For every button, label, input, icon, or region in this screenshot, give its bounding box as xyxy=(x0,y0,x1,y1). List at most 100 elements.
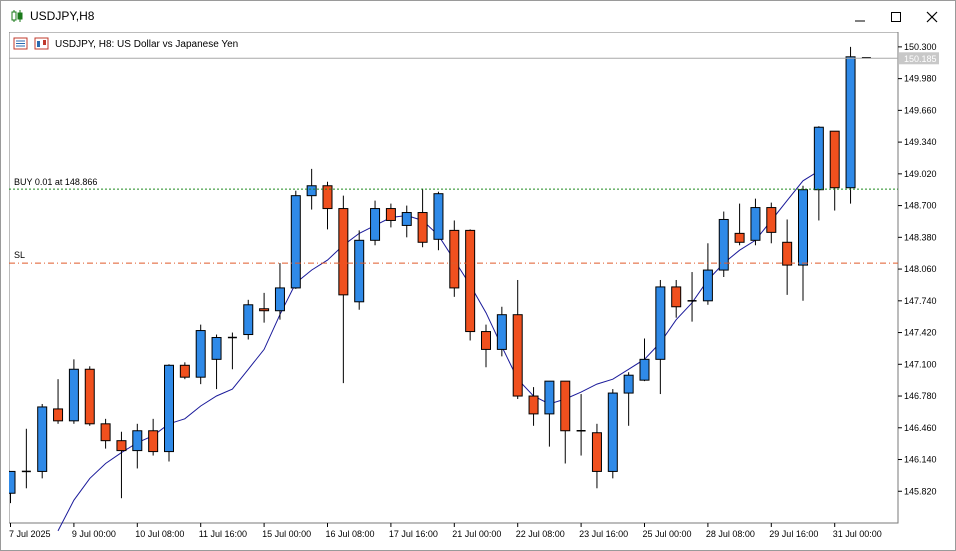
candle-body xyxy=(623,374,634,394)
candle-body xyxy=(53,408,64,422)
time-tick-label: 17 Jul 16:00 xyxy=(389,529,438,539)
candlestick-app-icon xyxy=(11,10,23,22)
candle-body xyxy=(798,189,808,266)
stop-loss-label: SL xyxy=(14,250,25,260)
candle-body xyxy=(354,239,365,303)
candle[interactable] xyxy=(84,366,95,426)
candle-body xyxy=(195,330,206,378)
candle[interactable] xyxy=(290,190,301,289)
candle[interactable] xyxy=(195,324,206,385)
candle-body xyxy=(544,380,555,415)
candle[interactable] xyxy=(607,389,618,479)
candle-body xyxy=(417,212,428,243)
chart-header-text: USDJPY, H8: US Dollar vs Japanese Yen xyxy=(55,39,238,50)
candle-body xyxy=(481,331,491,350)
candle[interactable] xyxy=(164,364,174,462)
price-tick-label: 148.060 xyxy=(904,264,937,274)
indicator-list-icon[interactable] xyxy=(13,37,28,50)
candle-body xyxy=(734,232,745,243)
candle-body xyxy=(639,358,650,381)
candle-body xyxy=(100,423,111,442)
price-tick-label: 148.700 xyxy=(904,201,937,211)
minimize-button[interactable] xyxy=(845,5,875,29)
candle-body xyxy=(385,208,396,221)
candle[interactable] xyxy=(449,220,460,297)
chart-type-icon[interactable] xyxy=(34,37,49,50)
candle[interactable] xyxy=(37,403,48,479)
time-tick-label: 7 Jul 2025 xyxy=(9,529,51,539)
time-tick-label: 31 Jul 00:00 xyxy=(833,529,882,539)
chart-area[interactable]: USDJPY, H8: US Dollar vs Japanese Yen BU… xyxy=(5,31,949,544)
time-tick-label: 15 Jul 00:00 xyxy=(262,529,311,539)
current-price-label: 150.185 xyxy=(904,54,937,64)
candle-body xyxy=(766,207,777,233)
candle-body xyxy=(68,368,79,422)
price-tick-label: 145.820 xyxy=(904,486,937,496)
time-tick-label: 21 Jul 00:00 xyxy=(452,529,501,539)
candle-body xyxy=(179,364,190,378)
close-button[interactable] xyxy=(917,5,947,29)
candle-body xyxy=(84,368,95,425)
candle-body xyxy=(338,208,349,296)
candle[interactable] xyxy=(718,211,729,278)
time-tick-label: 11 Jul 16:00 xyxy=(199,529,247,539)
candle[interactable] xyxy=(243,299,254,340)
candle-body xyxy=(243,304,254,336)
price-tick-label: 149.980 xyxy=(904,74,937,84)
candle[interactable] xyxy=(845,46,856,204)
candle[interactable] xyxy=(465,229,476,341)
time-axis[interactable]: 7 Jul 2025 9 Jul 00:00 10 Jul 08:00 11 Jul … xyxy=(9,523,882,539)
candle-body xyxy=(782,241,793,266)
candle-body xyxy=(496,314,507,350)
candle-body xyxy=(116,440,127,452)
time-tick-label: 9 Jul 00:00 xyxy=(72,529,116,539)
candle-body xyxy=(528,395,539,415)
candle-body xyxy=(591,432,602,472)
time-tick-label: 10 Jul 08:00 xyxy=(135,529,184,539)
candle[interactable] xyxy=(68,359,79,424)
price-tick-label: 147.740 xyxy=(904,296,937,306)
price-tick-label: 146.780 xyxy=(904,391,937,401)
price-tick-label: 148.380 xyxy=(904,232,937,242)
title-bar[interactable]: USDJPY,H8 xyxy=(1,1,955,32)
candle-body xyxy=(671,286,682,308)
candle-body xyxy=(259,308,270,312)
price-tick-label: 149.340 xyxy=(904,137,937,147)
candle-body xyxy=(845,56,856,189)
candle-body xyxy=(750,207,761,241)
candle-body xyxy=(560,380,571,432)
candle-body xyxy=(132,430,143,452)
candle-body xyxy=(306,185,317,197)
price-tick-label: 149.020 xyxy=(904,169,937,179)
candle-body xyxy=(290,195,301,289)
candle-body xyxy=(655,286,666,360)
price-tick-label: 147.100 xyxy=(904,359,937,369)
candle[interactable] xyxy=(179,362,190,380)
candle[interactable] xyxy=(354,230,365,310)
candlestick-chart[interactable]: USDJPY, H8: US Dollar vs Japanese Yen BU… xyxy=(5,31,949,544)
chart-window: USDJPY,H8 USDJPY, H8: US Dollar vs Japan… xyxy=(0,0,956,551)
price-tick-label: 150.300 xyxy=(904,42,937,52)
candle-body xyxy=(148,430,159,453)
candle-body xyxy=(164,364,174,453)
time-tick-label: 25 Jul 00:00 xyxy=(643,529,692,539)
price-tick-label: 149.660 xyxy=(904,105,937,115)
candle-body xyxy=(449,229,460,289)
price-tick-label: 147.420 xyxy=(904,328,937,338)
candle[interactable] xyxy=(496,306,507,357)
buy-order-label: BUY 0.01 at 148.866 xyxy=(14,177,97,187)
candle-body xyxy=(512,314,523,397)
maximize-button[interactable] xyxy=(881,5,911,29)
candle-body xyxy=(813,126,824,191)
candle-body xyxy=(37,406,48,472)
candle-body xyxy=(718,218,729,271)
candle-body xyxy=(829,130,840,189)
close-icon xyxy=(926,11,938,23)
candle-body xyxy=(465,229,476,333)
candle-body xyxy=(702,269,713,302)
time-tick-label: 23 Jul 16:00 xyxy=(579,529,628,539)
price-axis[interactable]: 150.300 149.980 149.660 149.340 149.020 148.7… xyxy=(898,42,939,496)
time-tick-label: 28 Jul 08:00 xyxy=(706,529,755,539)
time-tick-label: 22 Jul 08:00 xyxy=(516,529,565,539)
candle-body xyxy=(274,287,285,312)
